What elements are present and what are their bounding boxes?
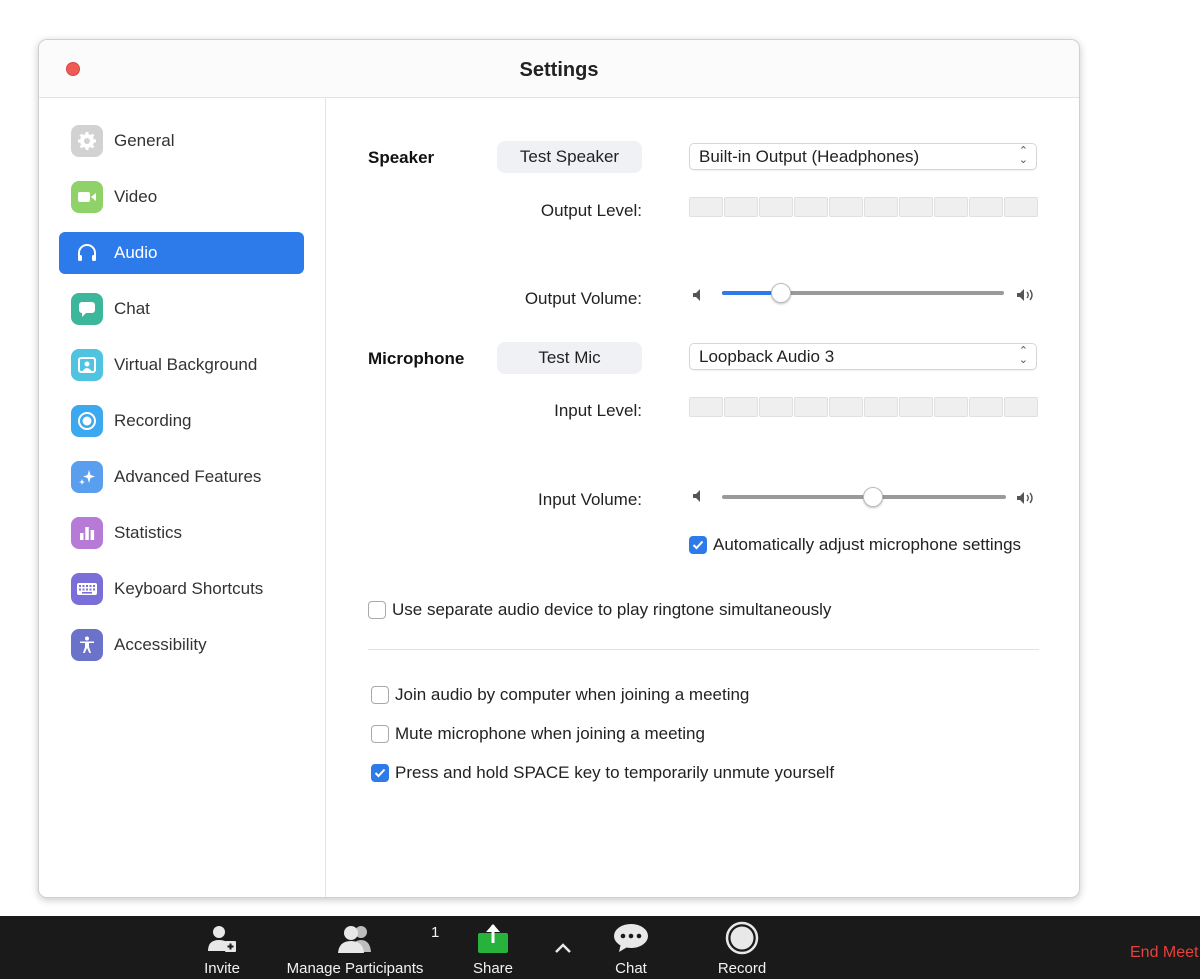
- window-title: Settings: [519, 59, 599, 81]
- sidebar-item-label: Advanced Features: [114, 467, 262, 486]
- title-bar: Settings: [39, 40, 1079, 98]
- record-button[interactable]: Record: [712, 916, 772, 979]
- sparkle-icon: [71, 461, 103, 493]
- audio-settings-panel: Speaker Test Speaker Built-in Output (He…: [326, 98, 1079, 897]
- sidebar-item-chat[interactable]: Chat: [59, 288, 304, 330]
- test-mic-button[interactable]: Test Mic: [497, 342, 642, 374]
- settings-window: Settings General Video Audio Chat Virtua…: [38, 39, 1080, 898]
- sidebar-item-label: Video: [114, 187, 158, 206]
- auto-adjust-mic-option[interactable]: Automatically adjust microphone settings: [689, 535, 1021, 555]
- auto-adjust-mic-checkbox[interactable]: [689, 536, 707, 554]
- sidebar-item-accessibility[interactable]: Accessibility: [59, 624, 304, 666]
- microphone-device-select[interactable]: Loopback Audio 3 ⌃ ⌄: [689, 343, 1037, 370]
- sidebar-item-recording[interactable]: Recording: [59, 400, 304, 442]
- share-button[interactable]: Share: [468, 916, 518, 979]
- sidebar-item-label: Keyboard Shortcuts: [114, 579, 264, 598]
- participants-count: 1: [431, 924, 440, 941]
- manage-participants-button[interactable]: 1 Manage Participants: [280, 916, 440, 979]
- manage-participants-label: Manage Participants: [286, 960, 424, 977]
- sidebar-item-label: Audio: [114, 243, 158, 262]
- add-user-icon: [207, 916, 237, 960]
- output-level-label: Output Level:: [540, 201, 642, 220]
- input-volume-label: Input Volume:: [538, 490, 642, 509]
- keyboard-icon: [71, 573, 103, 605]
- output-volume-thumb[interactable]: [771, 283, 791, 303]
- output-volume-slider[interactable]: [722, 283, 1004, 303]
- space-unmute-checkbox[interactable]: [371, 764, 389, 782]
- chat-bubble-icon: [71, 293, 103, 325]
- gear-icon: [71, 125, 103, 157]
- speaker-device-select[interactable]: Built-in Output (Headphones) ⌃ ⌄: [689, 143, 1037, 170]
- microphone-label: Microphone: [368, 349, 465, 368]
- input-level-meter: [689, 397, 1038, 417]
- space-unmute-label: Press and hold SPACE key to temporarily …: [395, 763, 835, 782]
- chat-label: Chat: [615, 960, 647, 977]
- sidebar-item-label: Accessibility: [114, 635, 207, 654]
- sidebar-item-virtual-background[interactable]: Virtual Background: [59, 344, 304, 386]
- volume-high-icon: [1017, 492, 1033, 504]
- bar-chart-icon: [71, 517, 103, 549]
- select-chevron-icon: ⌃ ⌄: [1018, 145, 1028, 166]
- record-label: Record: [717, 960, 767, 977]
- sidebar-item-label: General: [114, 131, 175, 150]
- volume-high-icon: [1017, 289, 1033, 301]
- input-level-label: Input Level:: [554, 401, 642, 420]
- video-camera-icon: [71, 181, 103, 213]
- chat-button[interactable]: Chat: [606, 916, 656, 979]
- select-chevron-icon: ⌃ ⌄: [1018, 345, 1028, 366]
- input-volume-thumb[interactable]: [863, 487, 883, 507]
- record-icon: [71, 405, 103, 437]
- section-divider: [368, 649, 1039, 650]
- sidebar-item-general[interactable]: General: [59, 120, 304, 162]
- input-volume-slider[interactable]: [722, 487, 1006, 507]
- separate-ringtone-checkbox[interactable]: [368, 601, 386, 619]
- sidebar-item-advanced-features[interactable]: Advanced Features: [59, 456, 304, 498]
- share-screen-icon: [477, 916, 509, 960]
- record-icon: [725, 916, 759, 960]
- invite-label: Invite: [204, 960, 240, 977]
- join-audio-checkbox[interactable]: [371, 686, 389, 704]
- settings-sidebar: General Video Audio Chat Virtual Backgro…: [39, 98, 326, 897]
- mute-on-join-checkbox[interactable]: [371, 725, 389, 743]
- sidebar-item-video[interactable]: Video: [59, 176, 304, 218]
- sidebar-item-label: Chat: [114, 299, 150, 318]
- chevron-up-icon: [554, 916, 572, 979]
- share-label: Share: [472, 960, 514, 977]
- microphone-device-value: Loopback Audio 3: [699, 346, 835, 366]
- invite-button[interactable]: Invite: [198, 916, 246, 979]
- sidebar-item-statistics[interactable]: Statistics: [59, 512, 304, 554]
- sidebar-item-audio[interactable]: Audio: [59, 232, 304, 274]
- output-volume-label: Output Volume:: [524, 289, 642, 308]
- checkmark-icon: [374, 768, 386, 778]
- chat-bubble-icon: [613, 916, 649, 960]
- space-unmute-option[interactable]: Press and hold SPACE key to temporarily …: [371, 763, 834, 783]
- accessibility-icon: [71, 629, 103, 661]
- separate-ringtone-option[interactable]: Use separate audio device to play ringto…: [368, 600, 831, 620]
- participants-icon: 1: [335, 916, 439, 960]
- person-portrait-icon: [71, 349, 103, 381]
- separate-ringtone-label: Use separate audio device to play ringto…: [392, 600, 832, 619]
- test-speaker-button[interactable]: Test Speaker: [497, 141, 642, 173]
- sidebar-item-label: Virtual Background: [114, 355, 258, 374]
- end-meeting-button[interactable]: End Meet: [1130, 944, 1198, 962]
- checkmark-icon: [692, 540, 704, 550]
- mute-on-join-option[interactable]: Mute microphone when joining a meeting: [371, 724, 705, 744]
- mute-on-join-label: Mute microphone when joining a meeting: [395, 724, 705, 743]
- join-audio-label: Join audio by computer when joining a me…: [395, 685, 750, 704]
- meeting-toolbar: Invite 1 Manage Participants Share Chat …: [0, 916, 1200, 979]
- join-audio-option[interactable]: Join audio by computer when joining a me…: [371, 685, 749, 705]
- sidebar-item-keyboard-shortcuts[interactable]: Keyboard Shortcuts: [59, 568, 304, 610]
- output-level-meter: [689, 197, 1038, 217]
- volume-low-icon: [693, 490, 700, 502]
- headphones-icon: [71, 237, 103, 269]
- sidebar-item-label: Statistics: [114, 523, 183, 542]
- speaker-device-value: Built-in Output (Headphones): [699, 146, 920, 166]
- share-options-button[interactable]: [548, 916, 578, 979]
- speaker-label: Speaker: [368, 148, 435, 167]
- auto-adjust-mic-label: Automatically adjust microphone settings: [713, 535, 1022, 554]
- volume-low-icon: [693, 289, 700, 301]
- sidebar-item-label: Recording: [114, 411, 192, 430]
